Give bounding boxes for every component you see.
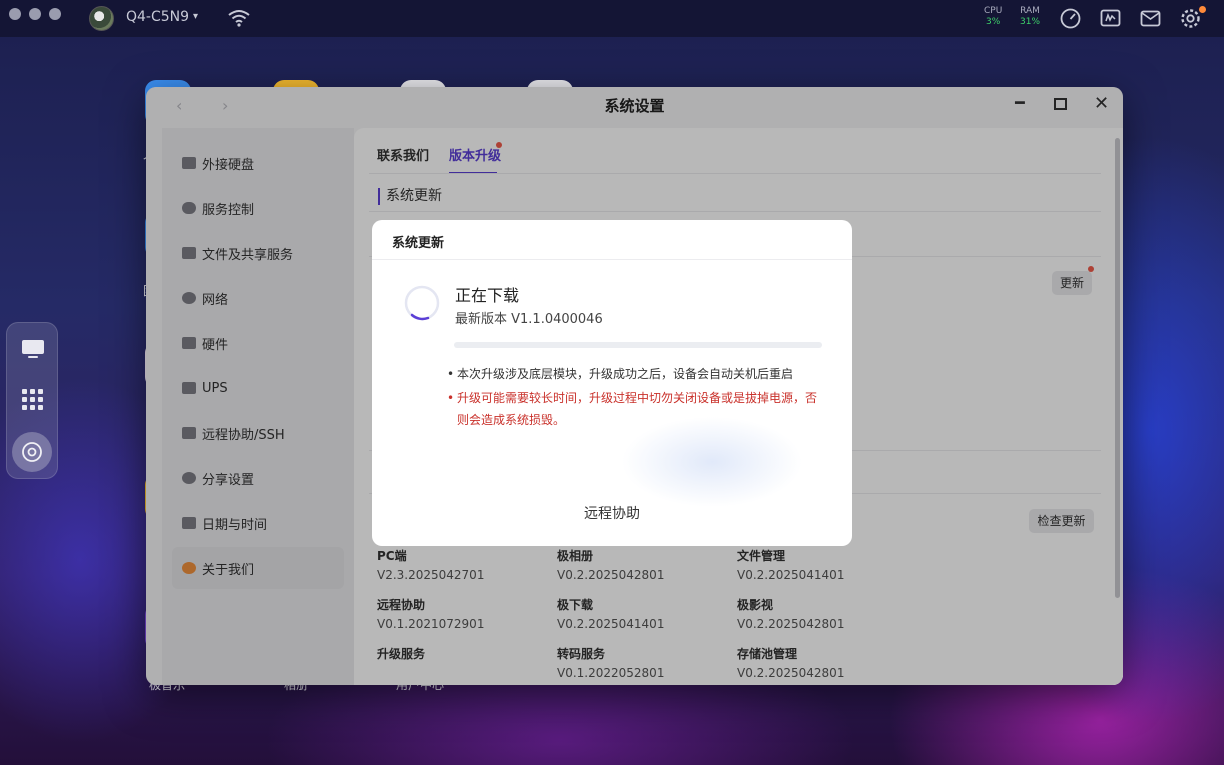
download-progress-bar — [454, 342, 822, 348]
dialog-divider — [372, 259, 852, 260]
cpu-value: 3% — [986, 17, 1001, 27]
upgrade-note-text: 本次升级涉及底层模块，升级成功之后，设备会自动关机后重启 — [457, 367, 794, 381]
ram-label: RAM — [1020, 6, 1040, 16]
mail-icon[interactable] — [1139, 7, 1162, 30]
menu-bar: Q4-C5N9 ▾ CPU 3% RAM 31% — [0, 0, 1224, 37]
system-update-dialog: 系统更新 正在下载 最新版本 V1.1.0400046 • 本次升级涉及底层模块，… — [372, 220, 852, 546]
settings-gear-icon — [22, 442, 42, 462]
avatar[interactable] — [89, 6, 114, 31]
close-window-dot[interactable] — [9, 8, 21, 20]
speed-gauge-icon[interactable] — [1059, 7, 1082, 30]
device-name[interactable]: Q4-C5N9 — [126, 9, 189, 25]
ram-stat: RAM 31% — [1020, 6, 1040, 28]
wifi-icon[interactable] — [227, 9, 251, 27]
zoom-window-dot[interactable] — [49, 8, 61, 20]
resource-monitor-icon[interactable] — [1099, 7, 1122, 30]
loading-spinner-icon — [404, 285, 440, 321]
settings-dock-button[interactable] — [12, 432, 52, 472]
chevron-down-icon[interactable]: ▾ — [193, 11, 198, 22]
ram-value: 31% — [1020, 17, 1041, 27]
dock — [6, 322, 58, 479]
upgrade-note: • 本次升级涉及底层模块，升级成功之后，设备会自动关机后重启 — [447, 367, 794, 381]
cpu-stat: CPU 3% — [984, 6, 1002, 28]
cpu-label: CPU — [984, 6, 1003, 16]
remote-assist-link[interactable]: 远程协助 — [372, 503, 852, 523]
latest-version: 最新版本 V1.1.0400046 — [455, 312, 603, 327]
dialog-title: 系统更新 — [392, 236, 445, 251]
minimize-window-dot[interactable] — [29, 8, 41, 20]
download-status: 正在下载 — [455, 286, 520, 305]
upgrade-warning: • 升级可能需要较长时间，升级过程中切勿关闭设备或是拔掉电源，否则会造成系统损毁。 — [447, 387, 827, 431]
desktop-monitor-icon[interactable] — [21, 339, 45, 359]
notification-dot — [1199, 6, 1206, 13]
app-grid-icon[interactable] — [22, 389, 43, 410]
upgrade-warning-text: 升级可能需要较长时间，升级过程中切勿关闭设备或是拔掉电源，否则会造成系统损毁。 — [457, 391, 818, 427]
